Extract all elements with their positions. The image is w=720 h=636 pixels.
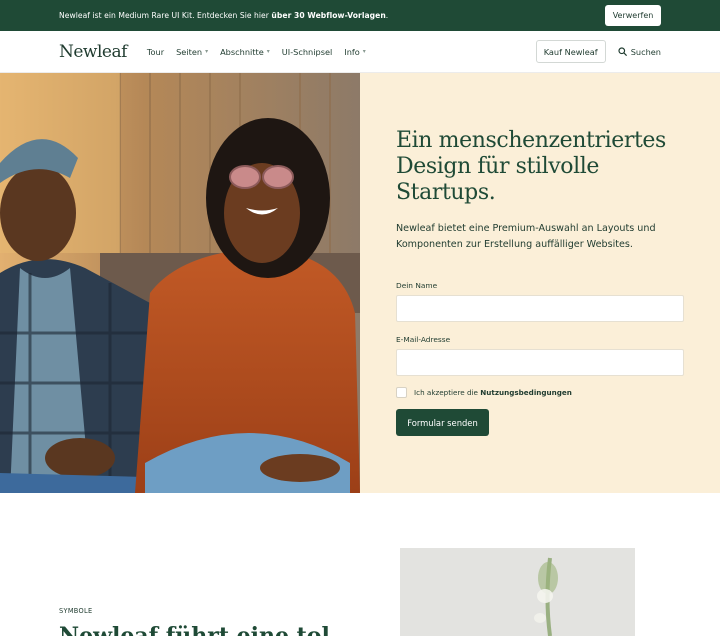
chevron-down-icon: ▾	[362, 48, 366, 55]
nav-link-seiten[interactable]: Seiten ▾	[176, 47, 208, 57]
hero-section: Ein menschenzentriertes Design für stilv…	[0, 73, 720, 493]
terms-checkbox[interactable]	[396, 387, 407, 398]
search-link[interactable]: Suchen	[618, 47, 661, 57]
chevron-down-icon: ▾	[266, 48, 270, 55]
name-label: Dein Name	[396, 281, 438, 290]
nav-link-info[interactable]: Info ▾	[344, 47, 366, 57]
terms-link[interactable]: Nutzungsbedingungen	[480, 388, 572, 397]
hero-photo-illustration	[0, 73, 360, 493]
chevron-down-icon: ▾	[205, 48, 209, 55]
hero-photo	[0, 73, 360, 493]
hero-title: Ein menschenzentriertes Design für stilv…	[396, 128, 666, 205]
nav-link-abschnitte[interactable]: Abschnitte ▾	[220, 47, 270, 57]
navbar: Newleaf Tour Seiten ▾ Abschnitte ▾ UI-Schn…	[0, 31, 720, 73]
announcement-link[interactable]: über 30 Webflow-Vorlagen	[271, 11, 385, 20]
buy-button[interactable]: Kauf Newleaf	[535, 40, 606, 63]
nav-link-ui-schnipsel[interactable]: UI-Schnipsel	[282, 47, 333, 57]
announcement-text: Newleaf ist ein Medium Rare UI Kit. Entd…	[59, 11, 389, 20]
email-label: E-Mail-Adresse	[396, 335, 451, 344]
features-section: SYMBOLE Newleaf führt eine tol	[0, 493, 720, 636]
section-eyebrow: SYMBOLE	[59, 607, 93, 615]
hero-description: Newleaf bietet eine Premium-Auswahl an L…	[396, 223, 656, 250]
flower-photo	[400, 548, 635, 636]
flower-illustration	[400, 548, 635, 636]
nav-actions: Kauf Newleaf Suchen	[535, 40, 661, 63]
terms-row: Ich akzeptiere die Nutzungsbedingungen	[396, 387, 684, 398]
logo[interactable]: Newleaf	[59, 42, 127, 62]
announcement-bar: Newleaf ist ein Medium Rare UI Kit. Entd…	[0, 0, 720, 31]
submit-button[interactable]: Formular senden	[396, 409, 489, 436]
terms-label: Ich akzeptiere die Nutzungsbedingungen	[414, 388, 572, 397]
email-field[interactable]	[396, 349, 684, 376]
search-icon	[618, 47, 627, 56]
nav-link-tour[interactable]: Tour	[147, 47, 164, 57]
name-field[interactable]	[396, 295, 684, 322]
nav-links: Tour Seiten ▾ Abschnitte ▾ UI-Schnipsel In…	[147, 47, 366, 57]
section-heading: Newleaf führt eine tol	[59, 623, 330, 636]
dismiss-button[interactable]: Verwerfen	[605, 5, 661, 26]
hero-form-panel: Ein menschenzentriertes Design für stilv…	[360, 73, 720, 493]
